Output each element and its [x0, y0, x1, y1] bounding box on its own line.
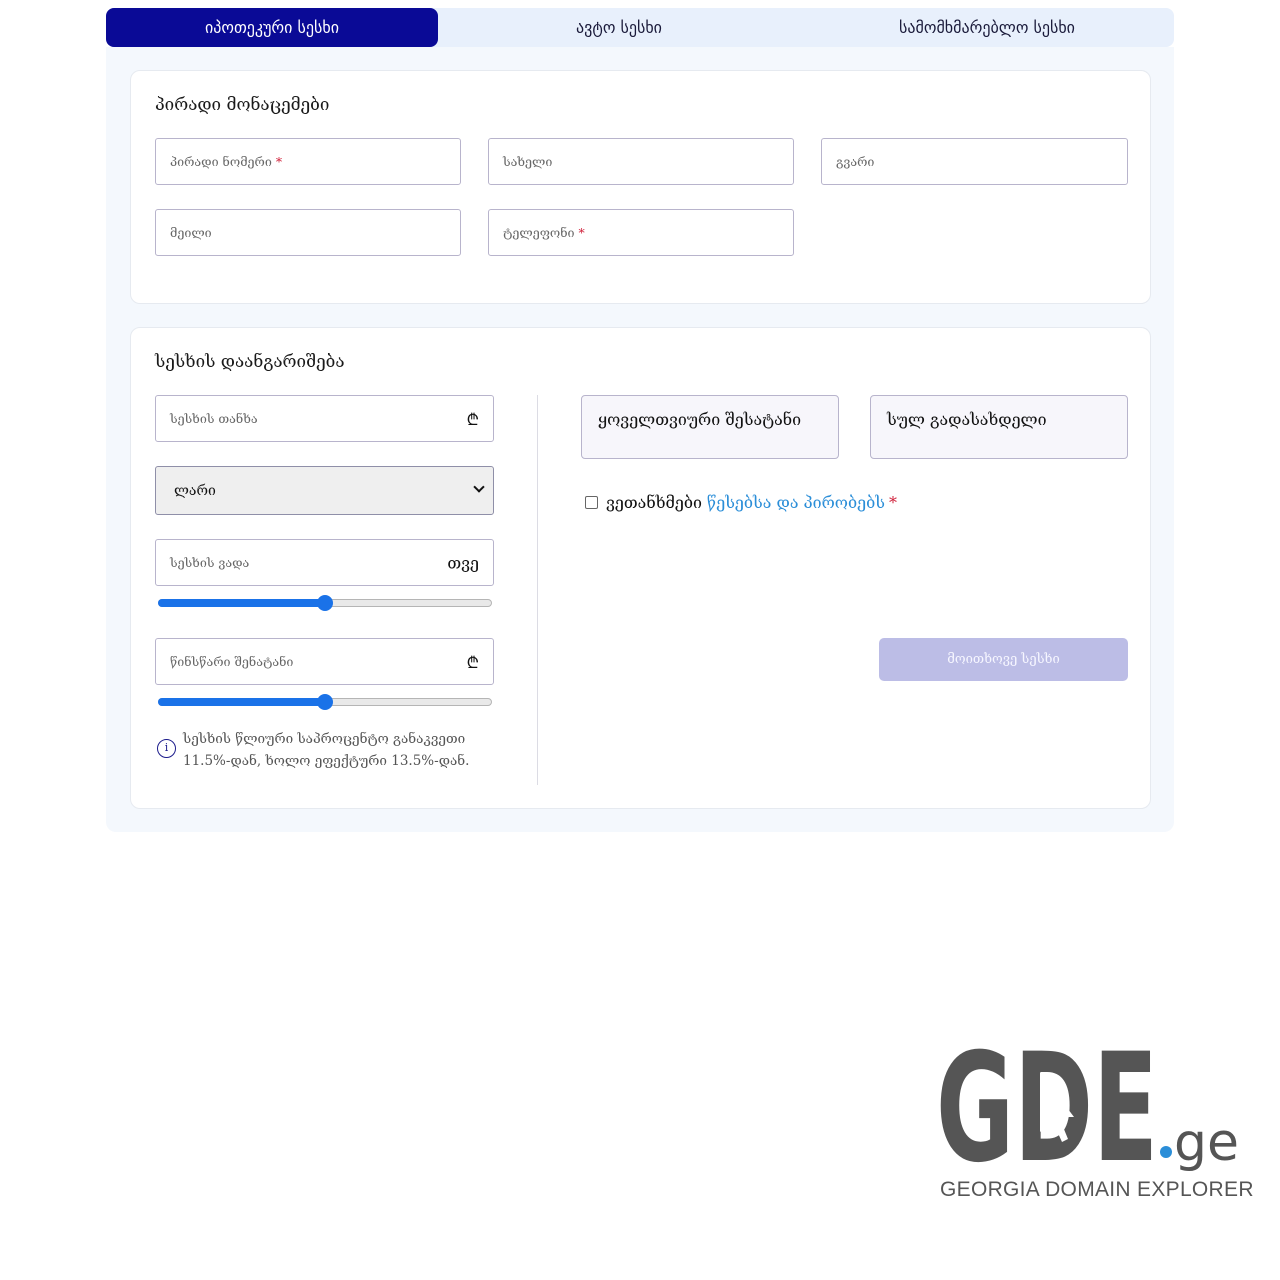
interest-rate-note: i სესხის წლიური საპროცენტო განაკვეთი 11.… — [155, 728, 500, 772]
down-payment-placeholder: წინსწარი შენატანი — [170, 654, 294, 669]
column-divider — [537, 395, 538, 785]
lari-currency-icon: ₾ — [466, 652, 479, 672]
chevron-down-icon — [473, 481, 485, 493]
request-loan-button[interactable]: მოითხოვე სესხი — [879, 638, 1128, 681]
last-name-input[interactable]: გვარი — [821, 138, 1128, 185]
personal-number-placeholder: პირადი ნომერი — [170, 154, 272, 169]
phone-input[interactable]: ტელეფონი * — [488, 209, 794, 256]
tab-mortgage-loan[interactable]: იპოთეკური სესხი — [106, 8, 438, 47]
loan-term-unit: თვე — [447, 553, 479, 572]
logo-dot — [1160, 1146, 1172, 1158]
tab-consumer-loan[interactable]: სამომხმარებლო სესხი — [800, 8, 1174, 47]
info-icon: i — [157, 739, 176, 758]
lari-currency-icon: ₾ — [466, 409, 479, 429]
currency-selected-value: ლარი — [174, 482, 216, 499]
loan-term-slider[interactable] — [158, 594, 492, 612]
email-input[interactable]: მეილი — [155, 209, 461, 256]
email-placeholder: მეილი — [170, 225, 212, 240]
monthly-payment-label: ყოველთვიური შესატანი — [598, 410, 802, 429]
slider-thumb[interactable] — [317, 595, 333, 611]
logo-tagline: GEORGIA DOMAIN EXPLORER — [940, 1178, 1254, 1201]
currency-select[interactable]: ლარი — [155, 466, 494, 515]
first-name-placeholder: სახელი — [503, 154, 553, 169]
terms-agree-text: ვეთანხმები — [606, 493, 702, 512]
interest-rate-text: სესხის წლიური საპროცენტო განაკვეთი 11.5%… — [183, 731, 470, 769]
first-name-input[interactable]: სახელი — [488, 138, 794, 185]
tab-auto-loan[interactable]: ავტო სესხი — [438, 8, 800, 47]
loan-term-placeholder: სესხის ვადა — [170, 555, 250, 570]
down-payment-input[interactable]: წინსწარი შენატანი ₾ — [155, 638, 494, 685]
loan-amount-placeholder: სესხის თანხა — [170, 411, 258, 426]
last-name-placeholder: გვარი — [836, 154, 875, 169]
loan-term-input[interactable]: სესხის ვადა თვე — [155, 539, 494, 586]
personal-data-card: პირადი მონაცემები პირადი ნომერი * სახელი… — [130, 70, 1151, 304]
total-payable-label: სულ გადასახდელი — [887, 410, 1047, 429]
slider-fill — [158, 599, 325, 607]
personal-data-title: პირადი მონაცემები — [155, 95, 330, 115]
monthly-payment-box: ყოველთვიური შესატანი — [581, 395, 839, 459]
required-marker: * — [578, 225, 585, 240]
phone-placeholder: ტელეფონი — [503, 225, 575, 240]
loan-amount-input[interactable]: სესხის თანხა ₾ — [155, 395, 494, 442]
required-marker: * — [275, 154, 283, 169]
loan-type-tabs: იპოთეკური სესხი ავტო სესხი სამომხმარებლო… — [106, 8, 1174, 47]
slider-fill — [158, 698, 325, 706]
personal-number-input[interactable]: პირადი ნომერი * — [155, 138, 461, 185]
loan-calculation-card: სესხის დაანგარიშება სესხის თანხა ₾ ლარი … — [130, 327, 1151, 809]
logo-tld: ge — [1174, 1113, 1239, 1173]
terms-link[interactable]: წესებსა და პირობებს — [707, 493, 885, 512]
terms-agreement: ვეთანხმები წესებსა და პირობებს * — [585, 493, 897, 512]
terms-checkbox[interactable] — [585, 496, 598, 509]
down-payment-slider[interactable] — [158, 693, 492, 711]
total-payable-box: სულ გადასახდელი — [870, 395, 1128, 459]
loan-calculation-title: სესხის დაანგარიშება — [155, 352, 345, 372]
slider-thumb[interactable] — [317, 694, 333, 710]
required-marker: * — [888, 493, 897, 512]
